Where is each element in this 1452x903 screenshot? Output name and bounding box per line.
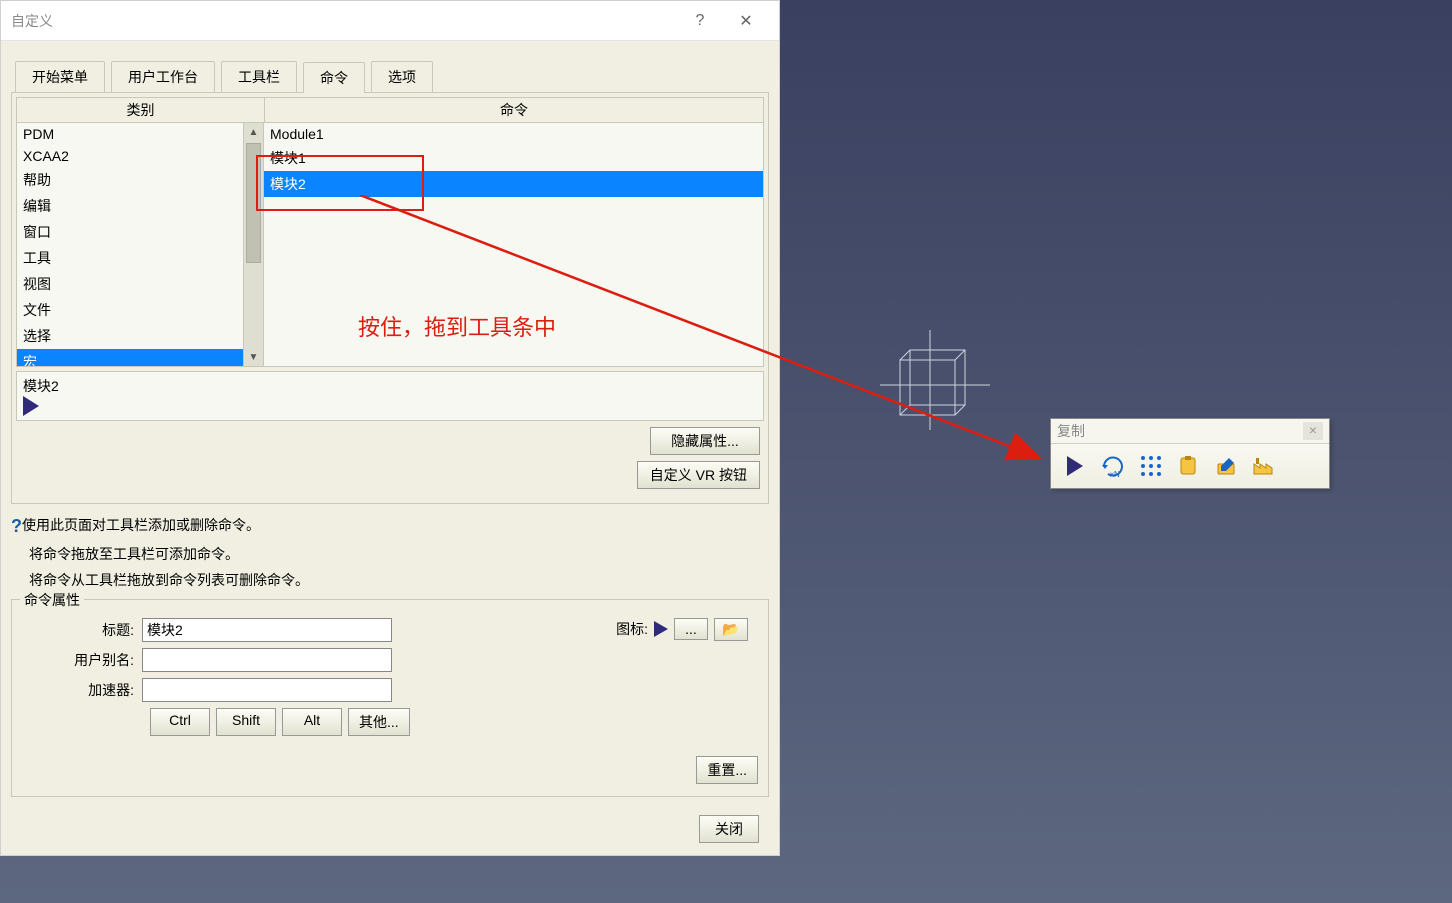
list-item[interactable]: 工具 [17,245,243,271]
preview-label: 模块2 [23,378,59,394]
tab-bar: 开始菜单 用户工作台 工具栏 命令 选项 [1,41,779,92]
scroll-down-icon[interactable]: ▼ [244,348,263,366]
close-dialog-button[interactable]: 关闭 [699,815,759,843]
list-item[interactable]: 帮助 [17,167,243,193]
clipboard-icon[interactable] [1175,452,1203,480]
scroll-up-icon[interactable]: ▲ [244,123,263,141]
hide-properties-button[interactable]: 隐藏属性... [650,427,760,455]
category-list-box: PDM XCAA2 帮助 编辑 窗口 工具 视图 文件 选择 宏 ▲ ▼ [16,123,264,367]
customize-dialog: 自定义 ? ✕ 开始菜单 用户工作台 工具栏 命令 选项 类别 命令 PDM X… [0,0,780,856]
edit-icon[interactable] [1213,452,1241,480]
play-icon [654,621,668,637]
category-list[interactable]: PDM XCAA2 帮助 编辑 窗口 工具 视图 文件 选择 宏 [17,123,243,366]
group-legend: 命令属性 [20,590,84,610]
list-headers: 类别 命令 [16,97,764,123]
factory-icon[interactable] [1251,452,1279,480]
label-icon: 图标: [616,619,648,639]
folder-open-icon: 📂 [722,621,739,637]
close-icon[interactable]: × [1303,422,1323,440]
list-item[interactable]: 模块2 [264,171,763,197]
scroll-thumb[interactable] [246,143,261,263]
label-title: 标题: [22,620,142,640]
label-alias: 用户别名: [22,650,142,670]
ctrl-button[interactable]: Ctrl [150,708,210,736]
help-text: ?使用此页面对工具栏添加或删除命令。 将命令拖放至工具栏可添加命令。 将命令从工… [11,510,769,593]
list-item[interactable]: XCAA2 [17,145,243,167]
tab-panel-command: 类别 命令 PDM XCAA2 帮助 编辑 窗口 工具 视图 文件 选择 宏 [11,92,769,504]
reset-button[interactable]: 重置... [696,756,758,784]
close-button[interactable]: ✕ [723,6,769,36]
command-list-box: Module1 模块1 模块2 [264,123,764,367]
browse-button[interactable]: ... [674,618,708,640]
titlebar: 自定义 ? ✕ [1,1,779,41]
tab-command[interactable]: 命令 [303,62,365,93]
label-accel: 加速器: [22,680,142,700]
header-command: 命令 [265,98,763,122]
dialog-title: 自定义 [11,11,53,31]
list-item[interactable]: 选择 [17,323,243,349]
list-item[interactable]: PDM [17,123,243,145]
open-folder-button[interactable]: 📂 [714,618,748,641]
customize-vr-button[interactable]: 自定义 VR 按钮 [637,461,760,489]
accelerator-field[interactable] [142,678,392,702]
alias-field[interactable] [142,648,392,672]
floating-toolbar-copy[interactable]: 复制 × xN [1050,418,1330,489]
grid-icon[interactable] [1137,452,1165,480]
list-item[interactable]: Module1 [264,123,763,145]
rotate-xn-icon[interactable]: xN [1099,452,1127,480]
list-item[interactable]: 宏 [17,349,243,366]
float-toolbar-title[interactable]: 复制 × [1051,419,1329,444]
question-icon: ? [11,516,22,536]
tab-toolbar[interactable]: 工具栏 [221,61,297,92]
title-field[interactable] [142,618,392,642]
list-item[interactable]: 文件 [17,297,243,323]
header-category: 类别 [17,98,265,122]
play-icon[interactable] [1061,452,1089,480]
alt-button[interactable]: Alt [282,708,342,736]
list-item[interactable]: 视图 [17,271,243,297]
svg-text:xN: xN [1110,470,1120,479]
list-item[interactable]: 模块1 [264,145,763,171]
viewport-axis-sketch [880,330,1000,440]
other-button[interactable]: 其他... [348,708,410,736]
list-item[interactable]: 窗口 [17,219,243,245]
play-icon [23,396,39,416]
help-button[interactable]: ? [677,6,723,36]
modifier-keys-row: Ctrl Shift Alt 其他... [150,708,758,736]
tab-start-menu[interactable]: 开始菜单 [15,61,105,92]
tab-options[interactable]: 选项 [371,61,433,92]
command-list[interactable]: Module1 模块1 模块2 [264,123,763,366]
tab-user-workbench[interactable]: 用户工作台 [111,61,215,92]
preview-box: 模块2 [16,371,764,421]
list-item[interactable]: 编辑 [17,193,243,219]
shift-button[interactable]: Shift [216,708,276,736]
category-scrollbar[interactable]: ▲ ▼ [243,123,263,366]
icon-row: 图标: ... 📂 [616,618,748,641]
command-properties-group: 命令属性 标题: 用户别名: 加速器: Ctrl Shift Alt 其他...… [11,599,769,797]
